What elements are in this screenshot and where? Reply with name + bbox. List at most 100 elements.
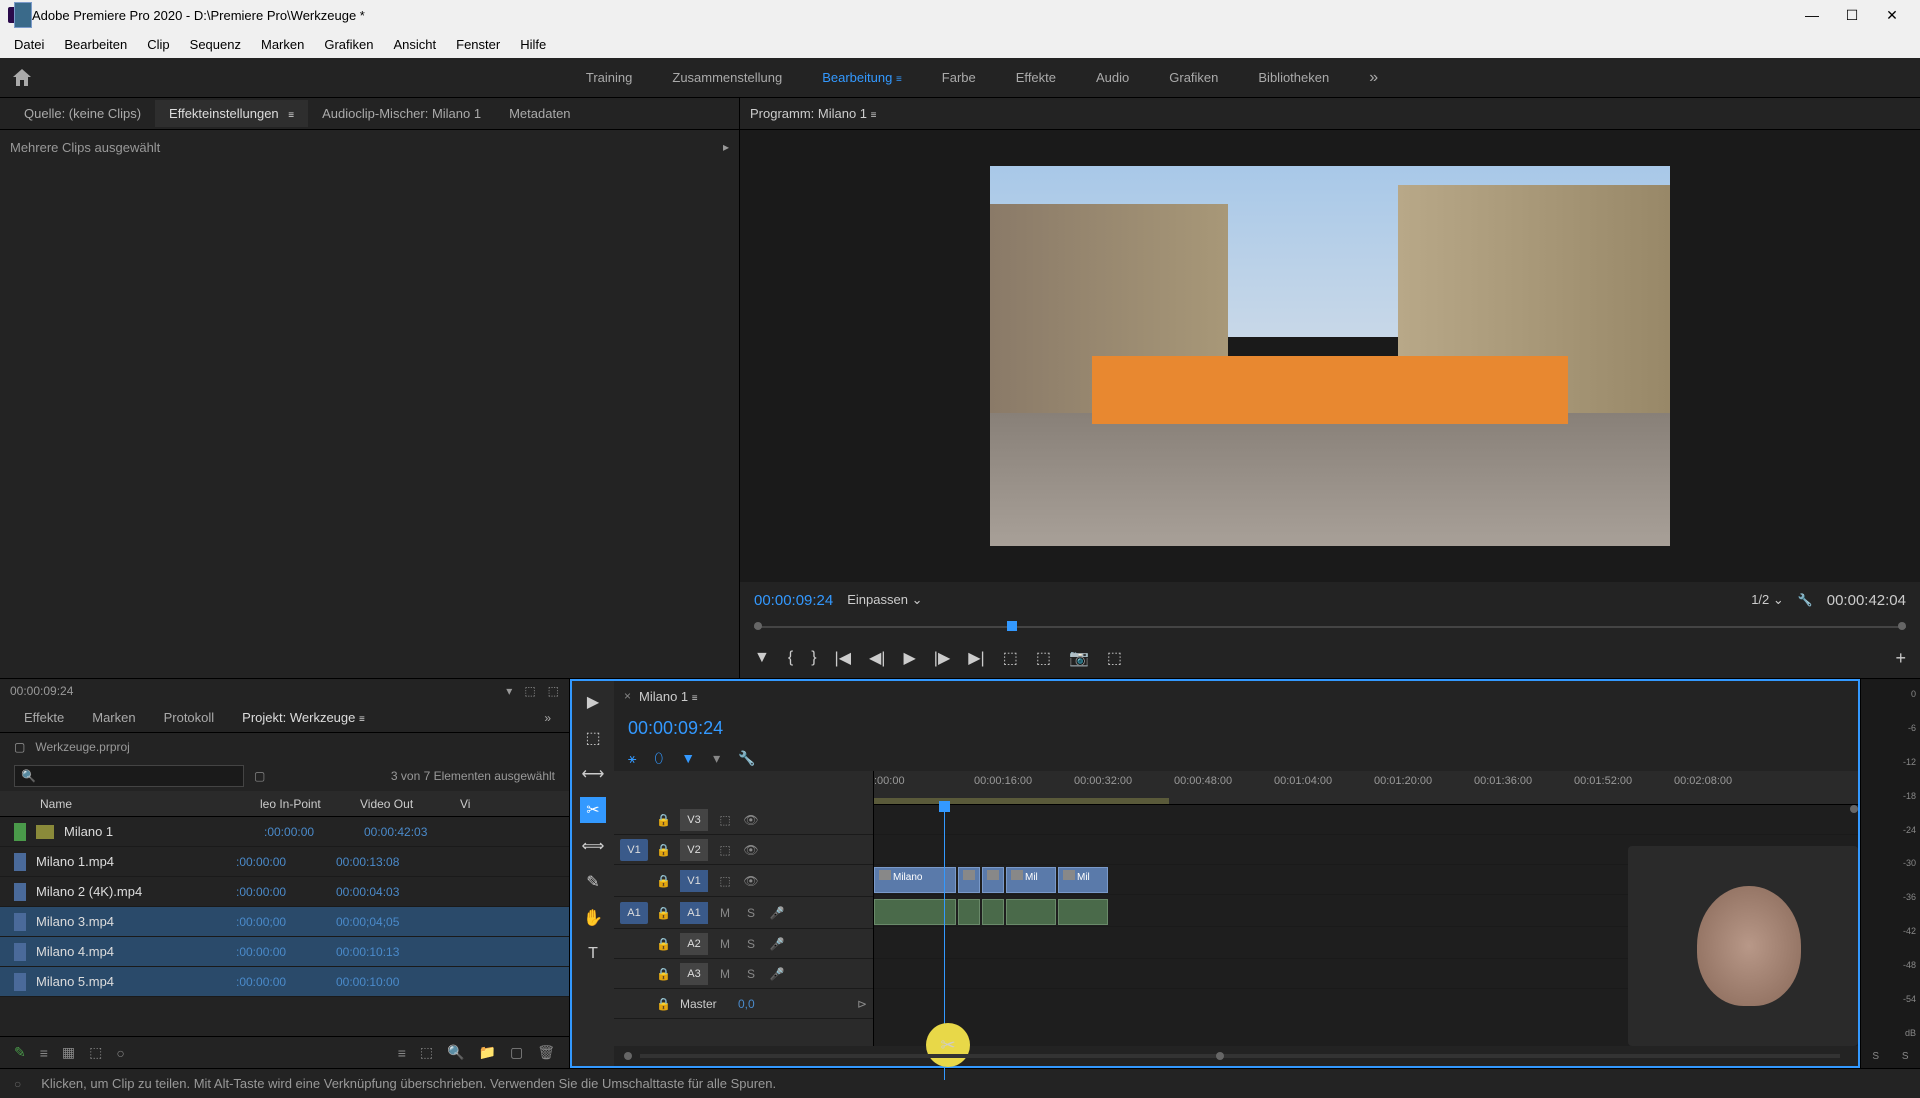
add-marker-tl-icon[interactable]: ▼ (681, 750, 695, 766)
delete-icon[interactable]: 🗑 (537, 1044, 555, 1061)
expand-icon[interactable]: ⊳ (857, 997, 867, 1011)
track-header-master[interactable]: 🔒 Master 0,0 ⊳ (614, 989, 873, 1019)
pen-icon[interactable]: ✎ (14, 1044, 26, 1061)
col-in[interactable]: leo In-Point (260, 797, 360, 811)
tab-quelle[interactable]: Quelle: (keine Clips) (10, 100, 155, 127)
toggle-output-icon[interactable]: 👁 (742, 843, 760, 857)
col-video[interactable]: Vi (460, 797, 500, 811)
solo-button[interactable]: S (742, 937, 760, 951)
menu-bearbeiten[interactable]: Bearbeiten (54, 33, 137, 56)
scrubber-end-handle[interactable] (1898, 622, 1906, 630)
program-label[interactable]: Programm: Milano 1 ≡ (750, 106, 877, 121)
icon-view-icon[interactable]: ▦ (62, 1044, 75, 1061)
workspace-overflow-icon[interactable]: » (1349, 69, 1398, 87)
lock-icon[interactable]: 🔒 (656, 874, 672, 888)
tab-effekte[interactable]: Effekte (10, 706, 78, 729)
sync-lock-icon[interactable]: ⬚ (716, 843, 734, 857)
selection-tool-icon[interactable]: ▶ (580, 689, 606, 715)
search-input[interactable]: 🔍 (14, 765, 244, 787)
video-clip[interactable] (982, 867, 1004, 893)
menu-hilfe[interactable]: Hilfe (510, 33, 556, 56)
workspace-farbe[interactable]: Farbe (922, 62, 996, 93)
track-header-v1[interactable]: 🔒 V1 ⬚ 👁 (614, 865, 873, 897)
audio-clip[interactable] (1006, 899, 1056, 925)
workspace-effekte[interactable]: Effekte (996, 62, 1076, 93)
vertical-scroll-handle[interactable] (1850, 805, 1858, 813)
track-header-v2[interactable]: V1 🔒 V2 ⬚ 👁 (614, 835, 873, 865)
filter-icon[interactable]: ▾ (506, 684, 512, 698)
zoom-fit-select[interactable]: Einpassen ⌄ (847, 592, 922, 608)
track-header-a3[interactable]: 🔒 A3 M S 🎤 (614, 959, 873, 989)
video-clip[interactable] (958, 867, 980, 893)
solo-left[interactable]: S (1872, 1051, 1879, 1062)
snap-icon[interactable]: ⚹ (628, 750, 636, 767)
program-preview[interactable] (740, 130, 1920, 582)
list-item[interactable]: Milano 1.mp4 :00:00:00 00:00:13:08 (0, 847, 569, 877)
track-header-a2[interactable]: 🔒 A2 M S 🎤 (614, 929, 873, 959)
slip-tool-icon[interactable]: ⟺ (580, 833, 606, 859)
timeline-timecode[interactable]: 00:00:09:24 (628, 718, 723, 739)
mute-button[interactable]: M (716, 906, 734, 920)
new-bin-icon[interactable]: ▢ (254, 769, 265, 783)
tab-effekteinstellungen[interactable]: Effekteinstellungen ≡ (155, 100, 308, 127)
solo-right[interactable]: S (1902, 1051, 1909, 1062)
voiceover-icon[interactable]: 🎤 (768, 937, 786, 951)
step-back-icon[interactable]: ◀| (869, 648, 885, 668)
workspace-grafiken[interactable]: Grafiken (1149, 62, 1238, 93)
scroll-end-handle[interactable] (1216, 1052, 1224, 1060)
minimize-button[interactable]: — (1792, 0, 1832, 30)
toggle-output-icon[interactable]: 👁 (742, 874, 760, 888)
wrench-tl-icon[interactable]: 🔧 (738, 750, 755, 767)
workspace-training[interactable]: Training (566, 62, 652, 93)
video-clip[interactable]: Mil (1006, 867, 1056, 893)
toggle-output-icon[interactable]: 👁 (742, 813, 760, 827)
mute-button[interactable]: M (716, 967, 734, 981)
close-sequence-icon[interactable]: × (624, 689, 631, 703)
sync-lock-icon[interactable]: ⬚ (716, 874, 734, 888)
list-view-icon[interactable]: ≡ (40, 1045, 48, 1061)
audio-clip[interactable] (982, 899, 1004, 925)
workspace-zusammenstellung[interactable]: Zusammenstellung (652, 62, 802, 93)
timeline-tracks-area[interactable]: :00:00 00:00:16:00 00:00:32:00 00:00:48:… (874, 771, 1858, 1046)
play-icon[interactable]: ▶ (903, 648, 915, 668)
voiceover-icon[interactable]: 🎤 (768, 906, 786, 920)
menu-marken[interactable]: Marken (251, 33, 314, 56)
sync-lock-icon[interactable]: ⬚ (716, 813, 734, 827)
wrench-icon[interactable]: 🔧 (1798, 593, 1813, 607)
audio-clip[interactable] (958, 899, 980, 925)
workspace-bibliotheken[interactable]: Bibliotheken (1238, 62, 1349, 93)
bin-icon[interactable]: ▢ (14, 740, 25, 754)
expand-icon[interactable]: ▸ (723, 140, 729, 154)
track-header-v3[interactable]: 🔒 V3 ⬚ 👁 (614, 805, 873, 835)
work-area-bar[interactable] (874, 798, 1169, 804)
find-icon[interactable]: 🔍 (447, 1044, 464, 1061)
video-clip[interactable]: Mil (1058, 867, 1108, 893)
linked-selection-icon[interactable]: ⬯ (654, 750, 663, 767)
scrubber-playhead[interactable] (1007, 621, 1017, 631)
button-editor-icon[interactable]: + (1895, 648, 1906, 669)
freeform-view-icon[interactable]: ⬚ (89, 1044, 102, 1061)
hand-tool-icon[interactable]: ✋ (580, 905, 606, 931)
voiceover-icon[interactable]: 🎤 (768, 967, 786, 981)
tab-metadaten[interactable]: Metadaten (495, 100, 584, 127)
lock-icon[interactable]: 🔒 (656, 937, 672, 951)
col-out[interactable]: Video Out (360, 797, 460, 811)
lock-icon[interactable]: 🔒 (656, 967, 672, 981)
menu-clip[interactable]: Clip (137, 33, 179, 56)
tab-projekt[interactable]: Projekt: Werkzeuge ≡ (228, 706, 379, 729)
maximize-button[interactable]: ☐ (1832, 0, 1872, 30)
new-bin-footer-icon[interactable]: 📁 (479, 1044, 496, 1061)
menu-grafiken[interactable]: Grafiken (314, 33, 383, 56)
workspace-audio[interactable]: Audio (1076, 62, 1149, 93)
solo-button[interactable]: S (742, 967, 760, 981)
list-item[interactable]: Milano 4.mp4 :00:00:00 00:00:10:13 (0, 937, 569, 967)
overwrite-icon[interactable]: ⬚ (548, 684, 559, 698)
list-item[interactable]: Milano 5.mp4 :00:00:00 00:00:10:00 (0, 967, 569, 997)
mark-out-icon[interactable]: } (811, 649, 816, 667)
close-button[interactable]: ✕ (1872, 0, 1912, 30)
scrubber-start-handle[interactable] (754, 622, 762, 630)
sequence-name[interactable]: Milano 1 ≡ (639, 689, 698, 704)
tab-marken[interactable]: Marken (78, 706, 149, 729)
automate-icon[interactable]: ⬚ (420, 1044, 433, 1061)
list-item[interactable]: Milano 3.mp4 :00:00;00 00:00;04;05 (0, 907, 569, 937)
